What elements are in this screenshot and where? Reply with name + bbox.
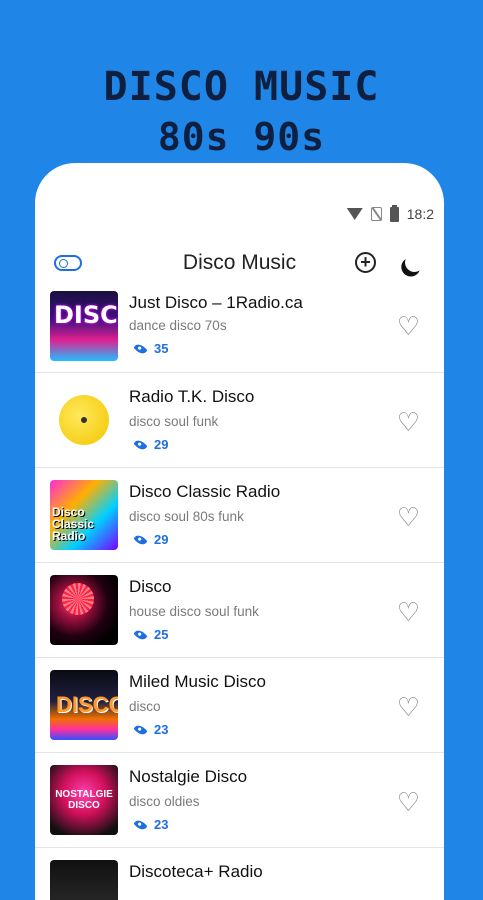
no-sim-icon <box>370 207 382 221</box>
status-bar: 18:2 <box>346 203 434 225</box>
view-count: 29 <box>133 437 168 452</box>
eye-icon <box>133 627 148 642</box>
heart-outline-icon[interactable]: ♡ <box>397 694 420 720</box>
eye-icon <box>133 437 148 452</box>
station-name: Disco <box>129 577 172 596</box>
station-thumbnail <box>50 575 118 645</box>
heart-outline-icon[interactable]: ♡ <box>397 789 420 815</box>
station-name: Radio T.K. Disco <box>129 387 255 406</box>
add-circle-icon[interactable]: + <box>355 252 376 273</box>
view-count: 23 <box>133 817 168 832</box>
list-item[interactable]: Discoteca+ Radio <box>35 848 444 900</box>
station-tags: disco soul funk <box>129 414 219 429</box>
view-count: 35 <box>133 341 168 356</box>
heart-outline-icon[interactable]: ♡ <box>397 409 420 435</box>
station-name: Just Disco – 1Radio.ca <box>129 293 303 312</box>
eye-icon <box>133 722 148 737</box>
heart-outline-icon[interactable]: ♡ <box>397 313 420 339</box>
app-bar: Disco Music + <box>35 241 444 287</box>
list-item[interactable]: DISCO Just Disco – 1Radio.ca dance disco… <box>35 291 444 373</box>
station-name: Miled Music Disco <box>129 672 266 691</box>
promo-title-line2: 80s 90s <box>157 115 326 159</box>
heart-outline-icon[interactable]: ♡ <box>397 504 420 530</box>
toggle-icon[interactable] <box>54 255 82 271</box>
eye-icon <box>133 341 148 356</box>
promo-title-line1: DISCO MUSIC <box>103 64 380 110</box>
list-item[interactable]: DISCO Miled Music Disco disco 23 ♡ <box>35 658 444 753</box>
station-tags: dance disco 70s <box>129 318 227 333</box>
station-tags: disco soul 80s funk <box>129 509 244 524</box>
view-count: 29 <box>133 532 168 547</box>
station-tags: house disco soul funk <box>129 604 259 619</box>
station-thumbnail: NOSTALGIE DISCO <box>50 765 118 835</box>
station-thumbnail: Disco Classic Radio <box>50 480 118 550</box>
station-thumbnail: DISCO <box>50 291 118 361</box>
phone-screen: 18:2 Disco Music + DISCO Just Disco – 1R… <box>35 163 444 900</box>
station-thumbnail: DISCO <box>50 670 118 740</box>
list-item[interactable]: Disco Classic Radio Disco Classic Radio … <box>35 468 444 563</box>
view-count: 23 <box>133 722 168 737</box>
eye-icon <box>133 817 148 832</box>
moon-icon[interactable] <box>402 250 426 274</box>
list-item[interactable]: NOSTALGIE DISCO Nostalgie Disco disco ol… <box>35 753 444 848</box>
view-count: 25 <box>133 627 168 642</box>
battery-icon <box>389 204 399 222</box>
heart-outline-icon[interactable]: ♡ <box>397 599 420 625</box>
status-time: 18:2 <box>406 206 434 222</box>
station-list: DISCO Just Disco – 1Radio.ca dance disco… <box>35 291 444 900</box>
app-title: Disco Music <box>182 251 297 274</box>
station-name: Nostalgie Disco <box>129 767 248 786</box>
station-name: Discoteca+ Radio <box>129 862 263 881</box>
station-name: Disco Classic Radio <box>129 482 281 501</box>
promo-header: DISCO MUSIC 80s 90s <box>0 62 483 162</box>
list-item[interactable]: Radio T.K. Disco disco soul funk 29 ♡ <box>35 373 444 468</box>
eye-icon <box>133 532 148 547</box>
station-tags: disco oldies <box>129 794 200 809</box>
station-thumbnail <box>50 860 118 900</box>
station-thumbnail <box>50 385 118 455</box>
station-tags: disco <box>129 699 161 714</box>
wifi-icon <box>346 208 363 220</box>
list-item[interactable]: Disco house disco soul funk 25 ♡ <box>35 563 444 658</box>
